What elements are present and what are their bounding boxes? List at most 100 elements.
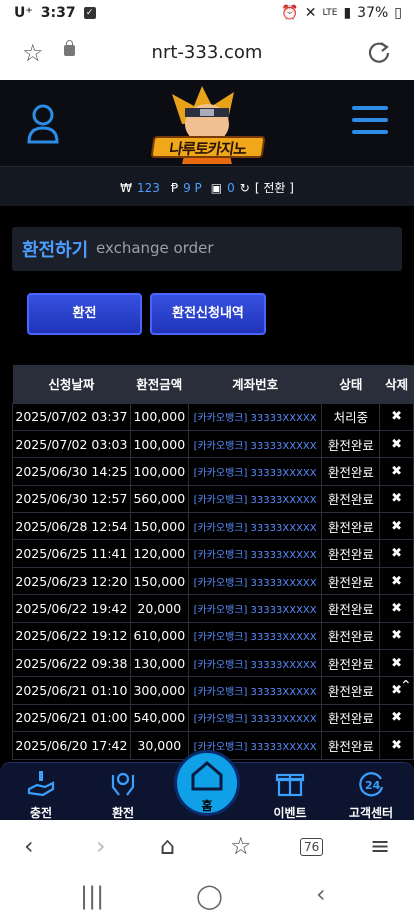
cell-account: [카카오뱅크] 33333XXXXX bbox=[187, 594, 323, 623]
nav-event[interactable]: 이벤트 bbox=[255, 767, 325, 821]
withdraw-icon bbox=[111, 772, 135, 796]
cell-amount: 300,000 bbox=[129, 676, 189, 705]
header-delete: 삭제 bbox=[379, 365, 414, 403]
table-row: 2025/07/02 03:03 100,000 [카카오뱅크] 33333XXXX… bbox=[12, 429, 414, 459]
cell-status: 환전완료 bbox=[321, 594, 381, 623]
convert-refresh-icon[interactable]: ↻ bbox=[240, 181, 250, 195]
table-row: 2025/06/28 12:54 150,000 [카카오뱅크] 33333XXXX… bbox=[12, 512, 414, 541]
cell-amount: 100,000 bbox=[129, 402, 189, 431]
url-text[interactable]: nrt-333.com bbox=[0, 42, 414, 63]
cell-status: 환전완료 bbox=[321, 484, 381, 514]
nav-support[interactable]: 24 고객센터 bbox=[336, 767, 406, 821]
delete-icon[interactable]: ✖ bbox=[379, 566, 414, 596]
table-row: 2025/06/30 12:57 560,000 [카카오뱅크] 33333XXXX… bbox=[12, 484, 414, 514]
cell-account: [카카오뱅크] 33333XXXXX bbox=[187, 484, 323, 514]
cell-amount: 150,000 bbox=[129, 512, 189, 541]
android-back-icon[interactable]: ‹ bbox=[316, 880, 326, 908]
nav-deposit[interactable]: 충전 bbox=[6, 767, 76, 821]
delete-icon[interactable]: ✖ bbox=[379, 402, 414, 431]
status-bar: U⁺ 3:37 ✓ ⏰ ✕ LTE ▮ 37% ▯ bbox=[0, 0, 414, 28]
delete-icon[interactable]: ✖ bbox=[379, 457, 414, 486]
header-date: 신청날짜 bbox=[12, 365, 131, 403]
alarm-icon: ⏰ bbox=[281, 5, 299, 21]
table-row: 2025/06/21 01:00 540,000 [카카오뱅크] 33333XXXX… bbox=[12, 703, 414, 733]
delete-icon[interactable]: ✖ bbox=[379, 649, 414, 678]
cell-status: 환전완료 bbox=[321, 731, 381, 760]
tabs-count-icon[interactable]: 76 bbox=[300, 838, 324, 856]
cell-date: 2025/06/22 19:12 bbox=[12, 621, 131, 651]
cell-date: 2025/06/22 19:42 bbox=[12, 594, 131, 623]
coupon-count: 0 bbox=[227, 180, 235, 195]
delete-icon[interactable]: ✖ bbox=[379, 512, 414, 541]
table-row: 2025/06/21 01:10 300,000 [카카오뱅크] 33333XXXX… bbox=[12, 676, 414, 705]
nav-deposit-label: 충전 bbox=[29, 806, 53, 820]
user-icon[interactable] bbox=[26, 104, 60, 144]
recent-apps-icon[interactable]: ||| bbox=[80, 882, 104, 910]
header-account: 계좌번호 bbox=[188, 365, 322, 403]
won-balance: 123 bbox=[136, 180, 160, 195]
cell-date: 2025/06/30 14:25 bbox=[12, 457, 131, 486]
browser-home-icon[interactable]: ⌂ bbox=[160, 832, 175, 860]
coupon-icon: ▣ bbox=[210, 180, 223, 195]
cell-status: 환전완료 bbox=[321, 676, 381, 705]
table-row: 2025/06/25 11:41 120,000 [카카오뱅크] 33333XXXX… bbox=[12, 539, 414, 568]
delete-icon[interactable]: ✖ bbox=[379, 539, 414, 568]
convert-button[interactable]: [ 전환 ] bbox=[255, 179, 294, 196]
header-status: 상태 bbox=[321, 365, 380, 403]
page-title: 환전하기 exchange order bbox=[12, 227, 402, 271]
cell-amount: 610,000 bbox=[129, 621, 189, 651]
cell-account: [카카오뱅크] 33333XXXXX bbox=[187, 512, 323, 541]
page-title-en: exchange order bbox=[96, 239, 214, 257]
hamburger-menu-icon[interactable] bbox=[352, 106, 388, 138]
reload-icon[interactable] bbox=[366, 40, 392, 66]
cell-amount: 130,000 bbox=[129, 649, 189, 678]
exchange-button[interactable]: 환전 bbox=[27, 293, 142, 335]
nav-event-label: 이벤트 bbox=[273, 806, 307, 820]
browser-toolbar: ‹ › ⌂ ☆ 76 ≡ bbox=[0, 820, 414, 872]
delete-icon[interactable]: ✖ bbox=[379, 703, 414, 733]
browser-menu-icon[interactable]: ≡ bbox=[370, 832, 390, 860]
cell-account: [카카오뱅크] 33333XXXXX bbox=[187, 402, 323, 431]
cell-status: 환전완료 bbox=[321, 649, 381, 678]
delete-icon[interactable]: ✖ bbox=[379, 484, 414, 514]
cell-amount: 560,000 bbox=[129, 484, 189, 514]
delete-icon[interactable]: ✖ bbox=[379, 594, 414, 623]
clock: 3:37 bbox=[40, 5, 76, 21]
page-title-ko: 환전하기 bbox=[22, 240, 89, 261]
browser-url-bar: ☆ nrt-333.com bbox=[0, 28, 414, 80]
cell-date: 2025/06/25 11:41 bbox=[12, 539, 131, 568]
point-balance: 9 P bbox=[183, 180, 202, 195]
cell-status: 환전완료 bbox=[321, 566, 381, 596]
cell-amount: 540,000 bbox=[129, 703, 189, 733]
delete-icon[interactable]: ✖ bbox=[379, 731, 414, 760]
cell-account: [카카오뱅크] 33333XXXXX bbox=[187, 566, 323, 596]
exchange-table: 신청날짜 환전금액 계좌번호 상태 삭제 2025/07/02 03:37 100… bbox=[12, 365, 414, 760]
home-icon bbox=[191, 761, 223, 791]
nav-withdraw-label: 환전 bbox=[111, 806, 135, 820]
cell-date: 2025/06/21 01:00 bbox=[12, 703, 131, 733]
battery-icon: ▯ bbox=[394, 5, 402, 21]
table-row: 2025/06/22 19:12 610,000 [카카오뱅크] 33333XXXX… bbox=[12, 621, 414, 651]
delete-icon[interactable]: ✖ bbox=[379, 429, 414, 459]
forward-icon[interactable]: › bbox=[96, 832, 106, 860]
cell-account: [카카오뱅크] 33333XXXXX bbox=[187, 621, 323, 651]
table-row: 2025/06/30 14:25 100,000 [카카오뱅크] 33333XXXX… bbox=[12, 457, 414, 486]
cell-status: 환전완료 bbox=[321, 429, 381, 459]
bookmarks-icon[interactable]: ☆ bbox=[230, 832, 252, 860]
cell-date: 2025/06/23 12:20 bbox=[12, 566, 131, 596]
scroll-top-icon[interactable]: ⌃ bbox=[400, 678, 412, 694]
delete-icon[interactable]: ✖ bbox=[379, 621, 414, 651]
cell-account: [카카오뱅크] 33333XXXXX bbox=[187, 676, 323, 705]
cell-status: 환전완료 bbox=[321, 703, 381, 733]
header-amount: 환전금액 bbox=[130, 365, 189, 403]
logo-text[interactable]: 나루토카지노 bbox=[150, 136, 266, 158]
table-row: 2025/06/22 19:42 20,000 [카카오뱅크] 33333XXXXX… bbox=[12, 594, 414, 623]
exchange-history-button[interactable]: 환전신청내역 bbox=[150, 293, 266, 335]
back-icon[interactable]: ‹ bbox=[24, 832, 34, 860]
cell-amount: 100,000 bbox=[129, 429, 189, 459]
android-home-icon[interactable]: ◯ bbox=[196, 882, 223, 910]
notification-check-icon: ✓ bbox=[83, 7, 96, 19]
gift-icon bbox=[275, 773, 305, 797]
nav-withdraw[interactable]: 환전 bbox=[88, 767, 158, 821]
table-header-row: 신청날짜 환전금액 계좌번호 상태 삭제 bbox=[12, 365, 414, 403]
